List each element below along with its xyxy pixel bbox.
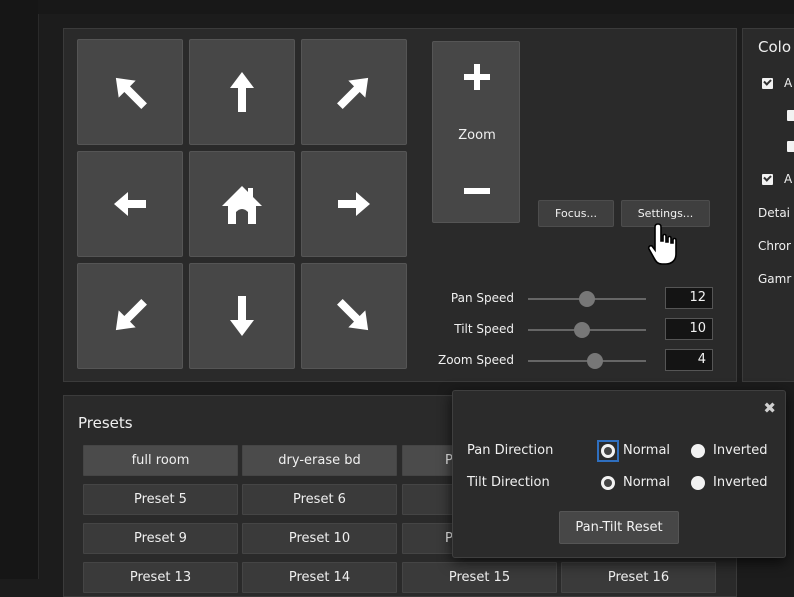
zoom-speed-slider[interactable] — [528, 353, 646, 369]
chroma-label: Chror — [758, 239, 791, 253]
checkbox-2-label: A — [784, 172, 793, 186]
minus-icon — [464, 187, 490, 194]
pan-up-left-button[interactable] — [77, 39, 183, 145]
hand-cursor-icon — [647, 223, 677, 265]
top-bar — [38, 0, 794, 14]
preset-button[interactable]: Preset 10 — [242, 523, 397, 554]
preset-button[interactable]: Preset 5 — [83, 484, 238, 515]
preset-button[interactable]: Preset 13 — [83, 562, 238, 593]
plus-icon — [464, 64, 490, 90]
pan-down-left-button[interactable] — [77, 263, 183, 369]
preset-button[interactable]: Preset 16 — [561, 562, 716, 593]
preset-button[interactable]: Preset 14 — [242, 562, 397, 593]
arrow-down-icon — [230, 296, 254, 336]
zoom-in-button[interactable] — [433, 42, 521, 112]
pan-normal-label: Normal — [623, 443, 671, 458]
zoom-label: Zoom — [458, 128, 496, 143]
arrow-down-right-icon — [337, 299, 369, 331]
pan-direction-label: Pan Direction — [467, 443, 554, 458]
preset-button[interactable]: Preset 6 — [242, 484, 397, 515]
preset-button[interactable]: full room — [83, 445, 238, 476]
arrow-down-left-icon — [115, 299, 147, 331]
arrow-up-icon — [230, 72, 254, 112]
tilt-direction-label: Tilt Direction — [467, 475, 550, 490]
tilt-normal-label: Normal — [623, 475, 671, 490]
pan-normal-radio[interactable] — [601, 444, 615, 458]
slider-knob[interactable] — [579, 291, 595, 307]
pan-tilt-reset-button[interactable]: Pan-Tilt Reset — [559, 511, 679, 544]
detail-label: Detai — [758, 206, 791, 220]
preset-button[interactable]: dry-erase bd — [242, 445, 397, 476]
pan-speed-slider[interactable] — [528, 291, 646, 307]
tilt-normal-radio[interactable] — [601, 476, 615, 490]
arrow-up-left-icon — [115, 77, 147, 109]
left-sidebar — [0, 0, 39, 579]
pan-right-button[interactable] — [301, 151, 407, 257]
gamma-label: Gamr — [758, 272, 792, 286]
tilt-down-button[interactable] — [189, 263, 295, 369]
auto-checkbox-1[interactable] — [762, 78, 773, 89]
pan-inverted-radio[interactable] — [691, 444, 705, 458]
pan-down-right-button[interactable] — [301, 263, 407, 369]
tilt-speed-label: Tilt Speed — [454, 322, 514, 336]
zoom-speed-value[interactable]: 4 — [665, 349, 713, 371]
focus-button[interactable]: Focus... — [538, 200, 614, 227]
tilt-speed-value[interactable]: 10 — [665, 318, 713, 340]
pan-up-right-button[interactable] — [301, 39, 407, 145]
tilt-inverted-radio[interactable] — [691, 476, 705, 490]
sub-checkbox-1[interactable] — [787, 110, 794, 121]
close-icon[interactable]: ✖ — [763, 399, 776, 417]
home-button[interactable] — [189, 151, 295, 257]
home-icon — [222, 186, 262, 224]
arrow-right-icon — [338, 192, 370, 216]
zoom-speed-label: Zoom Speed — [437, 353, 514, 367]
pan-left-button[interactable] — [77, 151, 183, 257]
pan-speed-value[interactable]: 12 — [665, 287, 713, 309]
pan-inverted-label: Inverted — [713, 443, 768, 458]
checkbox-1-label: A — [784, 76, 793, 90]
color-panel-title: Colo — [758, 38, 791, 56]
pan-tilt-settings-popup: ✖ Pan Direction Normal Inverted Tilt Dir… — [452, 390, 786, 558]
tilt-inverted-label: Inverted — [713, 475, 768, 490]
pan-speed-label: Pan Speed — [450, 291, 514, 305]
preset-button[interactable]: Preset 15 — [402, 562, 557, 593]
auto-checkbox-2[interactable] — [762, 174, 773, 185]
arrow-left-icon — [114, 192, 146, 216]
sub-checkbox-2[interactable] — [787, 141, 794, 152]
preset-button[interactable]: Preset 9 — [83, 523, 238, 554]
presets-title: Presets — [78, 414, 133, 432]
tilt-speed-slider[interactable] — [528, 322, 646, 338]
zoom-out-button[interactable] — [433, 157, 521, 224]
zoom-control: Zoom — [432, 41, 520, 223]
tilt-up-button[interactable] — [189, 39, 295, 145]
arrow-up-right-icon — [337, 77, 369, 109]
